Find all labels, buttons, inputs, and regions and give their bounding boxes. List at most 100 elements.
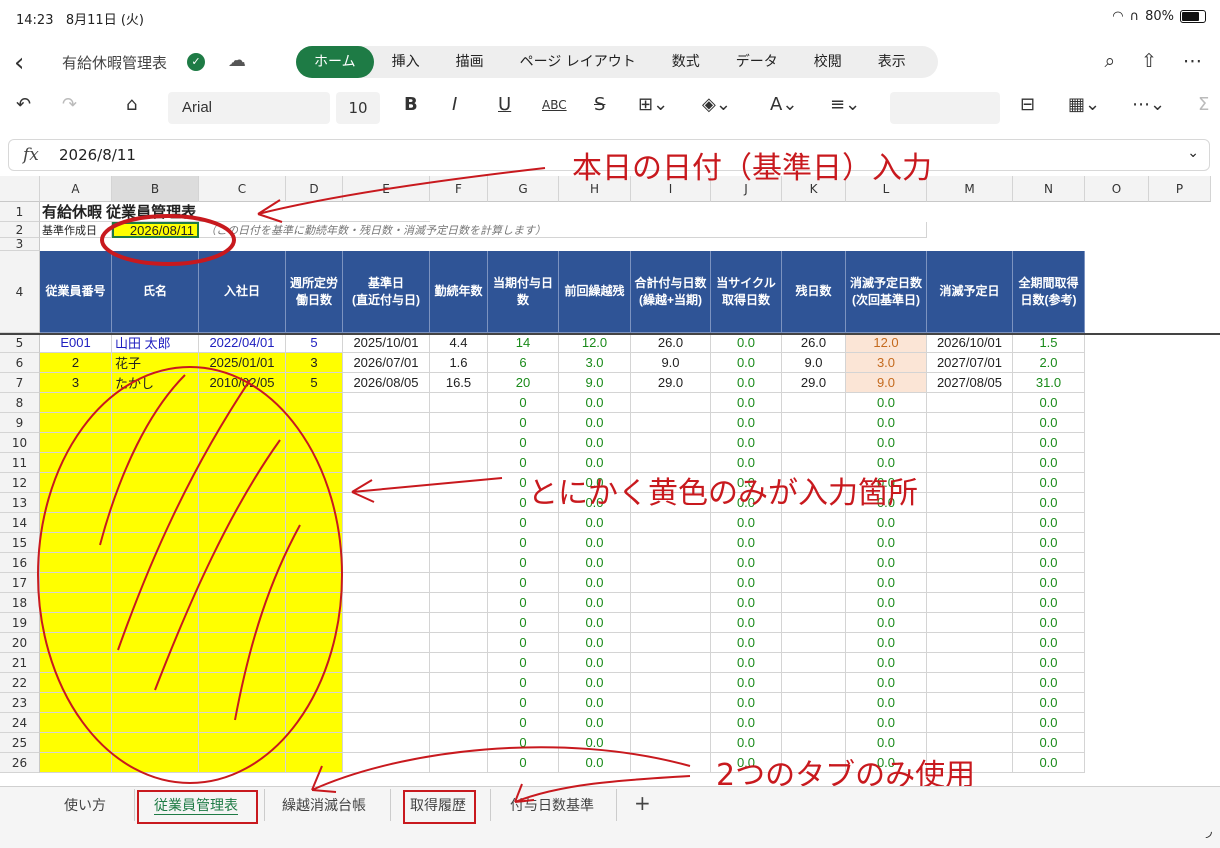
sheet-tab-howto[interactable]: 使い方	[64, 795, 106, 815]
table-cell[interactable]: 0.0	[711, 373, 782, 393]
table-cell[interactable]	[631, 613, 711, 633]
resize-handle-icon[interactable]: ◞	[1206, 821, 1212, 840]
table-cell[interactable]	[199, 713, 286, 733]
table-cell[interactable]	[199, 513, 286, 533]
table-cell[interactable]: 0.0	[559, 573, 631, 593]
table-cell[interactable]: 0.0	[559, 733, 631, 753]
table-cell[interactable]: 0	[488, 713, 559, 733]
row-header[interactable]: 25	[0, 733, 40, 753]
add-sheet-button[interactable]: +	[634, 791, 651, 815]
table-cell[interactable]: 9.0	[631, 353, 711, 373]
table-cell[interactable]	[430, 673, 488, 693]
table-cell[interactable]	[199, 433, 286, 453]
table-cell[interactable]: 9.0	[559, 373, 631, 393]
format-painter-icon[interactable]: ⌂	[126, 94, 137, 115]
table-cell[interactable]	[430, 453, 488, 473]
table-cell[interactable]	[782, 553, 846, 573]
table-cell[interactable]: 0.0	[711, 553, 782, 573]
table-cell[interactable]	[286, 533, 343, 553]
table-cell[interactable]	[286, 713, 343, 733]
table-cell[interactable]: 2010/02/05	[199, 373, 286, 393]
table-cell[interactable]: 0	[488, 553, 559, 573]
table-cell[interactable]	[343, 413, 430, 433]
table-cell[interactable]	[782, 573, 846, 593]
table-cell[interactable]	[40, 493, 112, 513]
table-cell[interactable]	[631, 633, 711, 653]
table-cell[interactable]	[286, 513, 343, 533]
align-icon[interactable]: ≡⌄	[830, 94, 860, 115]
table-cell[interactable]: 0	[488, 433, 559, 453]
tab-review[interactable]: 校閲	[796, 46, 860, 78]
table-cell[interactable]	[631, 413, 711, 433]
table-cell[interactable]	[343, 433, 430, 453]
table-cell[interactable]	[40, 533, 112, 553]
table-cell[interactable]	[199, 613, 286, 633]
table-cell[interactable]	[631, 593, 711, 613]
table-cell[interactable]	[286, 593, 343, 613]
table-cell[interactable]: 0.0	[846, 433, 927, 453]
table-cell[interactable]	[40, 553, 112, 573]
table-cell[interactable]	[927, 513, 1013, 533]
table-cell[interactable]	[40, 513, 112, 533]
table-cell[interactable]: 0.0	[846, 553, 927, 573]
table-cell[interactable]: 0.0	[1013, 753, 1085, 773]
table-cell[interactable]	[430, 513, 488, 533]
font-size-box[interactable]: 10	[336, 92, 380, 124]
table-cell[interactable]: 0	[488, 733, 559, 753]
table-cell[interactable]: 0.0	[711, 513, 782, 533]
table-cell[interactable]	[40, 593, 112, 613]
table-cell[interactable]	[112, 693, 199, 713]
table-cell[interactable]	[927, 473, 1013, 493]
table-cell[interactable]: 0.0	[559, 533, 631, 553]
table-cell[interactable]	[782, 593, 846, 613]
table-cell[interactable]: 0.0	[559, 633, 631, 653]
row-header[interactable]: 15	[0, 533, 40, 553]
tab-view[interactable]: 表示	[860, 46, 924, 78]
row-header[interactable]: 11	[0, 453, 40, 473]
table-cell[interactable]	[40, 733, 112, 753]
table-cell[interactable]	[782, 693, 846, 713]
table-cell[interactable]	[430, 413, 488, 433]
italic-icon[interactable]: I	[452, 94, 457, 115]
table-cell[interactable]: 0.0	[1013, 433, 1085, 453]
table-cell[interactable]: 5	[286, 333, 343, 353]
table-cell[interactable]	[927, 453, 1013, 473]
table-cell[interactable]	[286, 653, 343, 673]
table-cell[interactable]	[430, 493, 488, 513]
table-cell[interactable]: 0	[488, 753, 559, 773]
table-cell[interactable]	[40, 653, 112, 673]
table-cell[interactable]: 0.0	[1013, 413, 1085, 433]
table-cell[interactable]	[343, 613, 430, 633]
share-icon[interactable]: ⇧	[1141, 50, 1157, 72]
table-cell[interactable]: 2026/10/01	[927, 333, 1013, 353]
format-table-icon[interactable]: ⊟	[1020, 94, 1035, 115]
table-cell[interactable]	[343, 553, 430, 573]
table-cell[interactable]: 0.0	[559, 753, 631, 773]
font-name-box[interactable]: Arial	[168, 92, 330, 124]
table-cell[interactable]: 0	[488, 633, 559, 653]
table-cell[interactable]: 0.0	[711, 333, 782, 353]
table-cell[interactable]	[631, 753, 711, 773]
row-header[interactable]: 26	[0, 753, 40, 773]
table-cell[interactable]	[343, 493, 430, 513]
table-cell[interactable]	[112, 433, 199, 453]
table-cell[interactable]: 31.0	[1013, 373, 1085, 393]
table-cell[interactable]: 6	[488, 353, 559, 373]
table-cell[interactable]	[112, 573, 199, 593]
select-all-corner[interactable]	[0, 176, 40, 202]
table-cell[interactable]	[782, 413, 846, 433]
table-cell[interactable]: 0.0	[1013, 693, 1085, 713]
table-cell[interactable]: 3	[40, 373, 112, 393]
row-header[interactable]: 22	[0, 673, 40, 693]
base-date-input[interactable]: 2026/08/11	[112, 222, 199, 238]
table-cell[interactable]	[631, 733, 711, 753]
table-cell[interactable]	[112, 393, 199, 413]
table-cell[interactable]	[927, 713, 1013, 733]
table-cell[interactable]	[112, 633, 199, 653]
table-cell[interactable]: 9.0	[782, 353, 846, 373]
row-header[interactable]: 14	[0, 513, 40, 533]
row-header[interactable]: 3	[0, 237, 40, 251]
table-cell[interactable]	[286, 633, 343, 653]
table-cell[interactable]: 0.0	[559, 593, 631, 613]
table-cell[interactable]: 0	[488, 393, 559, 413]
